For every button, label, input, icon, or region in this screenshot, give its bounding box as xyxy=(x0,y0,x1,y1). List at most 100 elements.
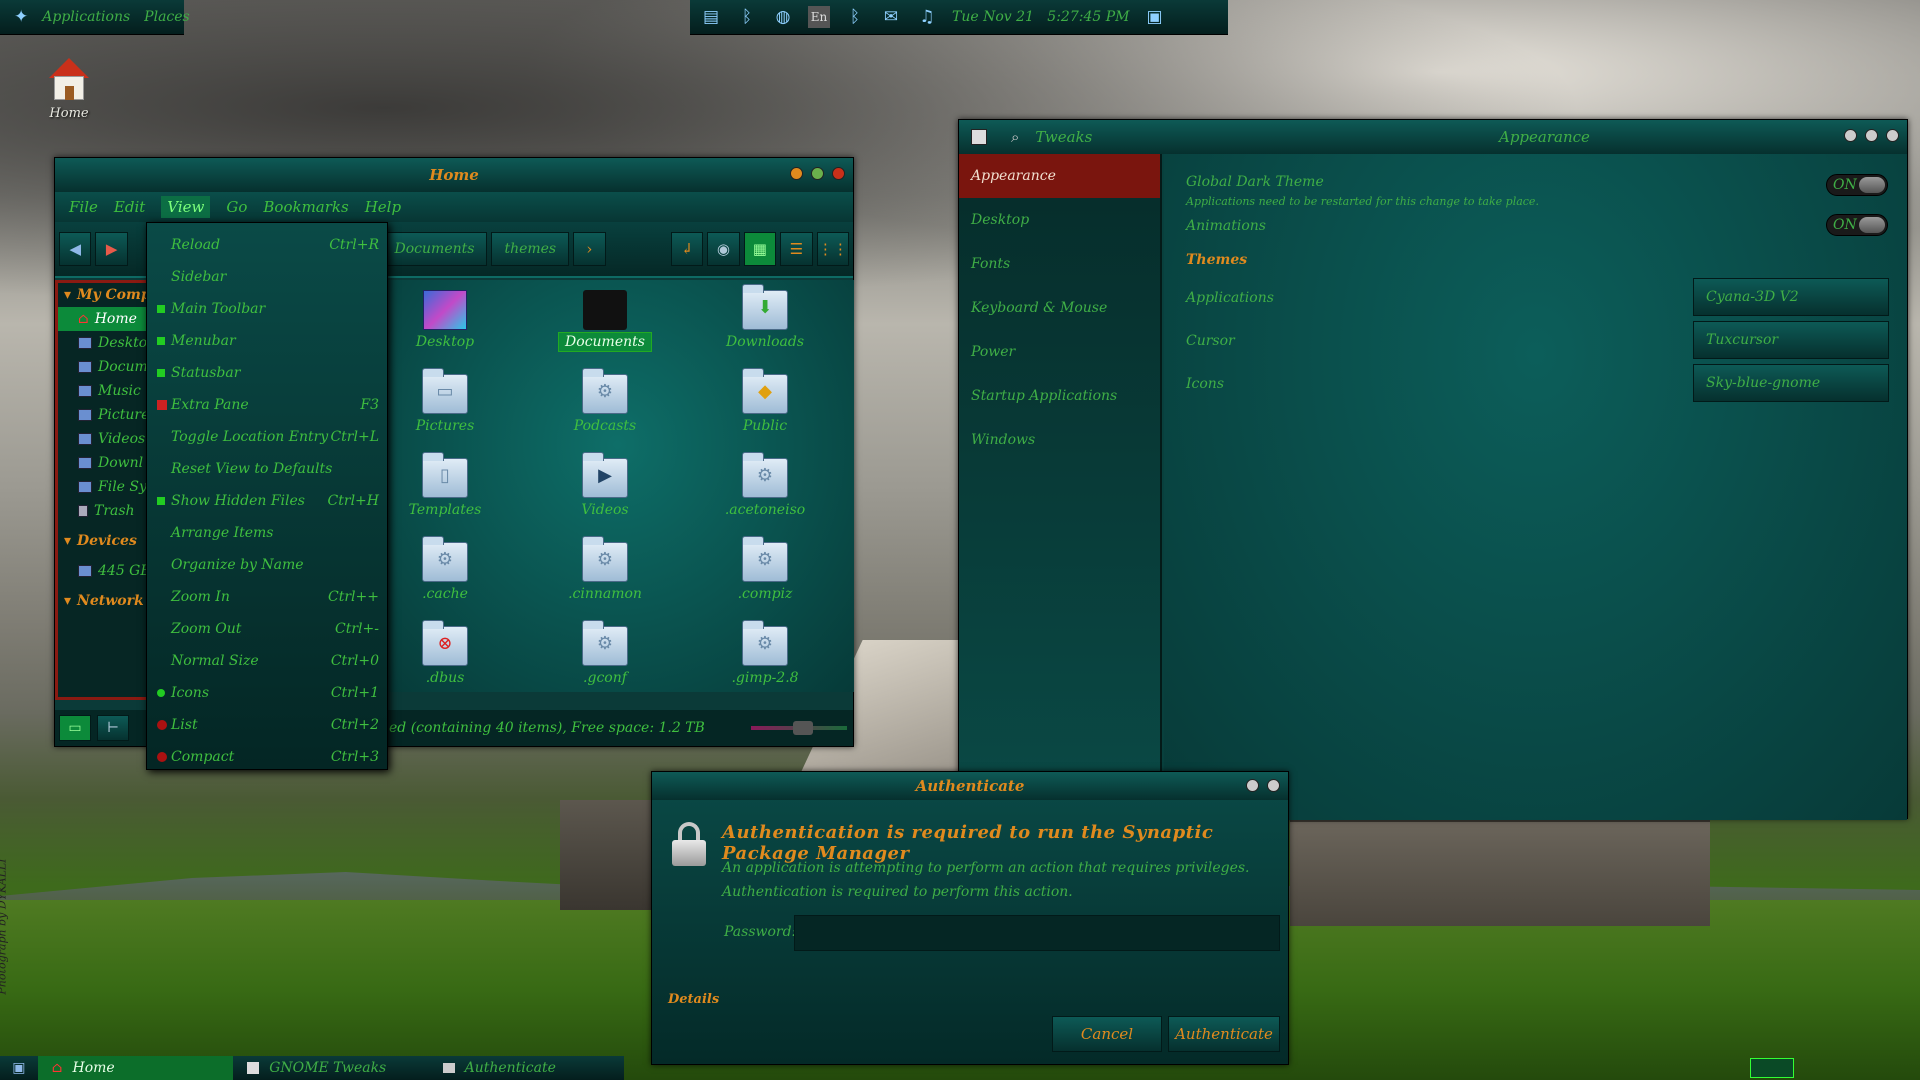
volume-icon[interactable]: ♫ xyxy=(916,6,938,28)
preview-button[interactable]: ◉ xyxy=(707,232,740,266)
file-item[interactable]: ⚙ .cinnamon xyxy=(545,536,665,602)
sidebar-item-pictures[interactable]: Picture xyxy=(58,403,157,427)
compact-view-button[interactable]: ⋮⋮ xyxy=(816,232,850,266)
bluetooth-icon[interactable]: ᛒ xyxy=(736,6,758,28)
menu-item-reload[interactable]: Reload Ctrl+R xyxy=(147,229,387,261)
menu-item-list[interactable]: List Ctrl+2 xyxy=(147,709,387,741)
menu-item-normal-size[interactable]: Normal Size Ctrl+0 xyxy=(147,645,387,677)
file-manager-titlebar[interactable]: Home xyxy=(55,158,853,192)
task-gnome-tweaks[interactable]: GNOME Tweaks xyxy=(233,1056,428,1080)
zoom-slider[interactable] xyxy=(751,721,847,735)
close-button[interactable] xyxy=(1267,779,1280,792)
menu-item-zoom-in[interactable]: Zoom In Ctrl++ xyxy=(147,581,387,613)
file-item[interactable]: ⚙ Podcasts xyxy=(545,368,665,434)
menu-item-show-hidden[interactable]: Show Hidden Files Ctrl+H xyxy=(147,485,387,517)
sidebar-item-filesystem[interactable]: File Sy xyxy=(58,475,157,499)
tweaks-nav-desktop[interactable]: Desktop xyxy=(959,198,1160,242)
menu-bookmarks[interactable]: Bookmarks xyxy=(263,198,348,216)
sidebar-item-desktop[interactable]: Deskto xyxy=(58,331,157,355)
sidebar-item-trash[interactable]: Trash xyxy=(58,499,157,523)
menu-file[interactable]: File xyxy=(69,198,98,216)
applications-theme-combo[interactable]: Cyana-3D V2 xyxy=(1693,278,1889,316)
menu-help[interactable]: Help xyxy=(365,198,401,216)
file-item[interactable]: ⚙ .compiz xyxy=(705,536,825,602)
applications-icon[interactable]: ✦ xyxy=(14,6,28,28)
sidebar-item-music[interactable]: Music xyxy=(58,379,157,403)
details-expander[interactable]: Details xyxy=(668,992,719,1007)
close-button[interactable] xyxy=(832,167,845,180)
icons-theme-combo[interactable]: Sky-blue-gnome xyxy=(1693,364,1889,402)
menu-item-zoom-out[interactable]: Zoom Out Ctrl+- xyxy=(147,613,387,645)
menu-item-compact[interactable]: Compact Ctrl+3 xyxy=(147,741,387,773)
list-view-button[interactable]: ☰ xyxy=(780,232,813,266)
file-item[interactable]: ⬇ Downloads xyxy=(705,284,825,350)
bluetooth-icon-2[interactable]: ᛒ xyxy=(844,6,866,28)
places-menu[interactable]: Places xyxy=(144,9,190,25)
forward-button[interactable]: ▶ xyxy=(95,232,128,266)
menu-item-sidebar[interactable]: Sidebar xyxy=(147,261,387,293)
breadcrumb-documents[interactable]: Documents xyxy=(381,232,488,266)
minimize-button[interactable] xyxy=(1246,779,1259,792)
cancel-button[interactable]: Cancel xyxy=(1052,1016,1162,1052)
clock[interactable]: Tue Nov 21 5:27:45 PM xyxy=(952,9,1129,25)
back-button[interactable]: ◀ xyxy=(59,232,92,266)
sidebar-item-videos[interactable]: Videos xyxy=(58,427,157,451)
tweaks-nav-power[interactable]: Power xyxy=(959,330,1160,374)
zoom-slider-knob[interactable] xyxy=(793,721,813,735)
location-toggle-button[interactable]: ↲ xyxy=(670,232,704,266)
sidebar-section-network[interactable]: ▾ Network xyxy=(58,589,157,613)
file-item[interactable]: ⚙ .gimp-2.8 xyxy=(705,620,825,686)
cursor-theme-combo[interactable]: Tuxcursor xyxy=(1693,321,1889,359)
breadcrumb-themes[interactable]: themes xyxy=(491,232,570,266)
file-item[interactable]: ⊗ .dbus xyxy=(385,620,505,686)
menu-item-reset-view[interactable]: Reset View to Defaults xyxy=(147,453,387,485)
display-icon[interactable]: ▣ xyxy=(1143,6,1165,28)
tweaks-nav-appearance[interactable]: Appearance xyxy=(959,154,1160,198)
tweaks-nav-windows[interactable]: Windows xyxy=(959,418,1160,462)
minimize-button[interactable] xyxy=(1844,129,1857,142)
sidebar-section-devices[interactable]: ▾ Devices xyxy=(58,529,157,553)
show-desktop-icon[interactable]: ▣ xyxy=(0,1060,38,1076)
breadcrumb-next-button[interactable]: › xyxy=(573,232,606,266)
password-input[interactable] xyxy=(794,915,1280,951)
minimize-button[interactable] xyxy=(790,167,803,180)
sidebar-section-my-computer[interactable]: ▾ My Comp xyxy=(58,283,157,307)
menu-item-menubar[interactable]: Menubar xyxy=(147,325,387,357)
network-icon[interactable]: ◍ xyxy=(772,6,794,28)
file-item[interactable]: ⚙ .gconf xyxy=(545,620,665,686)
menu-view[interactable]: View xyxy=(161,196,211,218)
task-home[interactable]: ⌂ Home xyxy=(37,1056,234,1080)
animations-switch[interactable]: ON xyxy=(1826,214,1888,236)
sidebar-item-home[interactable]: ⌂ Home xyxy=(58,307,157,331)
mail-icon[interactable]: ✉ xyxy=(880,6,902,28)
file-item[interactable]: ⚙ .acetoneiso xyxy=(705,452,825,518)
file-item[interactable]: Desktop xyxy=(385,290,505,350)
menu-item-icons[interactable]: Icons Ctrl+1 xyxy=(147,677,387,709)
menu-item-extra-pane[interactable]: Extra Pane F3 xyxy=(147,389,387,421)
sidebar-item-device[interactable]: 445 GB xyxy=(58,559,157,583)
menu-item-arrange-items[interactable]: Arrange Items xyxy=(147,517,387,549)
close-button[interactable] xyxy=(1886,129,1899,142)
menu-item-main-toolbar[interactable]: Main Toolbar xyxy=(147,293,387,325)
menu-item-statusbar[interactable]: Statusbar xyxy=(147,357,387,389)
maximize-button[interactable] xyxy=(1865,129,1878,142)
file-item[interactable]: ⚙ .cache xyxy=(385,536,505,602)
menu-go[interactable]: Go xyxy=(226,198,247,216)
maximize-button[interactable] xyxy=(811,167,824,180)
tweaks-nav-fonts[interactable]: Fonts xyxy=(959,242,1160,286)
keyboard-layout-indicator[interactable]: En xyxy=(808,6,830,28)
sidebar-item-documents[interactable]: Docum xyxy=(58,355,157,379)
menu-item-toggle-location[interactable]: Toggle Location Entry Ctrl+L xyxy=(147,421,387,453)
menu-item-organize-by-name[interactable]: Organize by Name xyxy=(147,549,387,581)
desktop-home-icon[interactable]: Home xyxy=(44,58,94,121)
file-item[interactable]: ▭ Pictures xyxy=(385,368,505,434)
show-places-button[interactable]: ▭ xyxy=(59,715,91,741)
file-item[interactable]: ▶ Videos xyxy=(545,452,665,518)
authenticate-button[interactable]: Authenticate xyxy=(1168,1016,1280,1052)
applications-menu[interactable]: Applications xyxy=(42,9,130,25)
task-authenticate[interactable]: Authenticate xyxy=(429,1056,624,1080)
tweaks-nav-startup[interactable]: Startup Applications xyxy=(959,374,1160,418)
sidebar-item-downloads[interactable]: Downl xyxy=(58,451,157,475)
file-item[interactable]: ▯ Templates xyxy=(385,452,505,518)
auth-titlebar[interactable]: Authenticate xyxy=(652,772,1288,800)
